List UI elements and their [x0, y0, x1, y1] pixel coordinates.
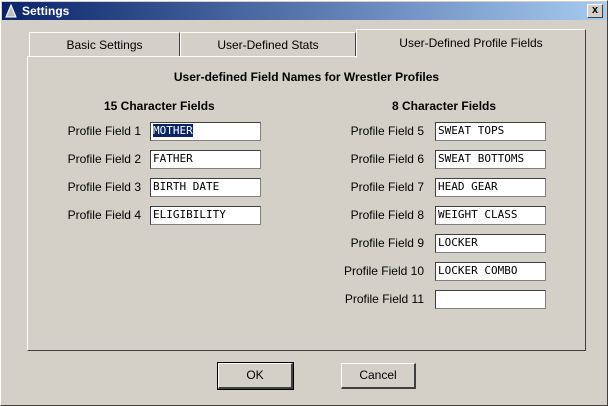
profile-field-11-label: Profile Field 11	[344, 292, 424, 306]
profile-field-4-label: Profile Field 4	[67, 208, 141, 222]
profile-field-7-label: Profile Field 7	[350, 180, 424, 194]
close-button[interactable]: x	[587, 4, 603, 18]
profile-field-9-label: Profile Field 9	[350, 236, 424, 250]
profile-field-8-label: Profile Field 8	[350, 208, 424, 222]
settings-window: Settings x Basic Settings User-Defined S…	[0, 0, 608, 406]
right-column-heading: 8 Character Fields	[392, 99, 497, 113]
profile-field-1-label: Profile Field 1	[67, 124, 141, 138]
profile-field-3-input[interactable]: BIRTH DATE	[150, 178, 261, 197]
profile-field-2-input[interactable]: FATHER	[150, 150, 261, 169]
ok-button[interactable]: OK	[217, 362, 294, 390]
profile-field-1-value: MOTHER	[153, 124, 193, 137]
profile-field-3-label: Profile Field 3	[67, 180, 141, 194]
left-column-heading: 15 Character Fields	[104, 99, 215, 113]
profile-field-4-input[interactable]: ELIGIBILITY	[150, 206, 261, 225]
tab-user-defined-profile-fields[interactable]: User-Defined Profile Fields	[356, 29, 586, 58]
profile-field-7-input[interactable]: HEAD GEAR	[435, 178, 546, 197]
profile-field-10-label: Profile Field 10	[343, 264, 424, 278]
profile-field-1-input[interactable]: MOTHER	[150, 122, 261, 141]
cancel-button[interactable]: Cancel	[341, 363, 416, 389]
panel-heading: User-defined Field Names for Wrestler Pr…	[173, 70, 440, 84]
app-icon	[5, 4, 17, 18]
tab-label: Basic Settings	[66, 38, 143, 52]
title-bar[interactable]: Settings x	[2, 2, 606, 20]
profile-field-2-label: Profile Field 2	[67, 152, 141, 166]
tab-panel: User-defined Field Names for Wrestler Pr…	[27, 56, 586, 351]
profile-field-5-input[interactable]: SWEAT TOPS	[435, 122, 546, 141]
profile-field-10-input[interactable]: LOCKER COMBO	[435, 262, 546, 281]
window-title: Settings	[22, 4, 70, 18]
profile-field-6-input[interactable]: SWEAT BOTTOMS	[435, 150, 546, 169]
tab-user-defined-stats[interactable]: User-Defined Stats	[180, 32, 356, 56]
tab-label: User-Defined Profile Fields	[399, 36, 543, 50]
profile-field-11-input[interactable]	[435, 290, 546, 309]
profile-field-8-input[interactable]: WEIGHT CLASS	[435, 206, 546, 225]
tab-basic-settings[interactable]: Basic Settings	[29, 32, 180, 56]
close-icon: x	[591, 4, 599, 16]
profile-field-6-label: Profile Field 6	[350, 152, 424, 166]
profile-field-5-label: Profile Field 5	[350, 124, 424, 138]
profile-field-9-input[interactable]: LOCKER	[435, 234, 546, 253]
tab-label: User-Defined Stats	[217, 38, 319, 52]
